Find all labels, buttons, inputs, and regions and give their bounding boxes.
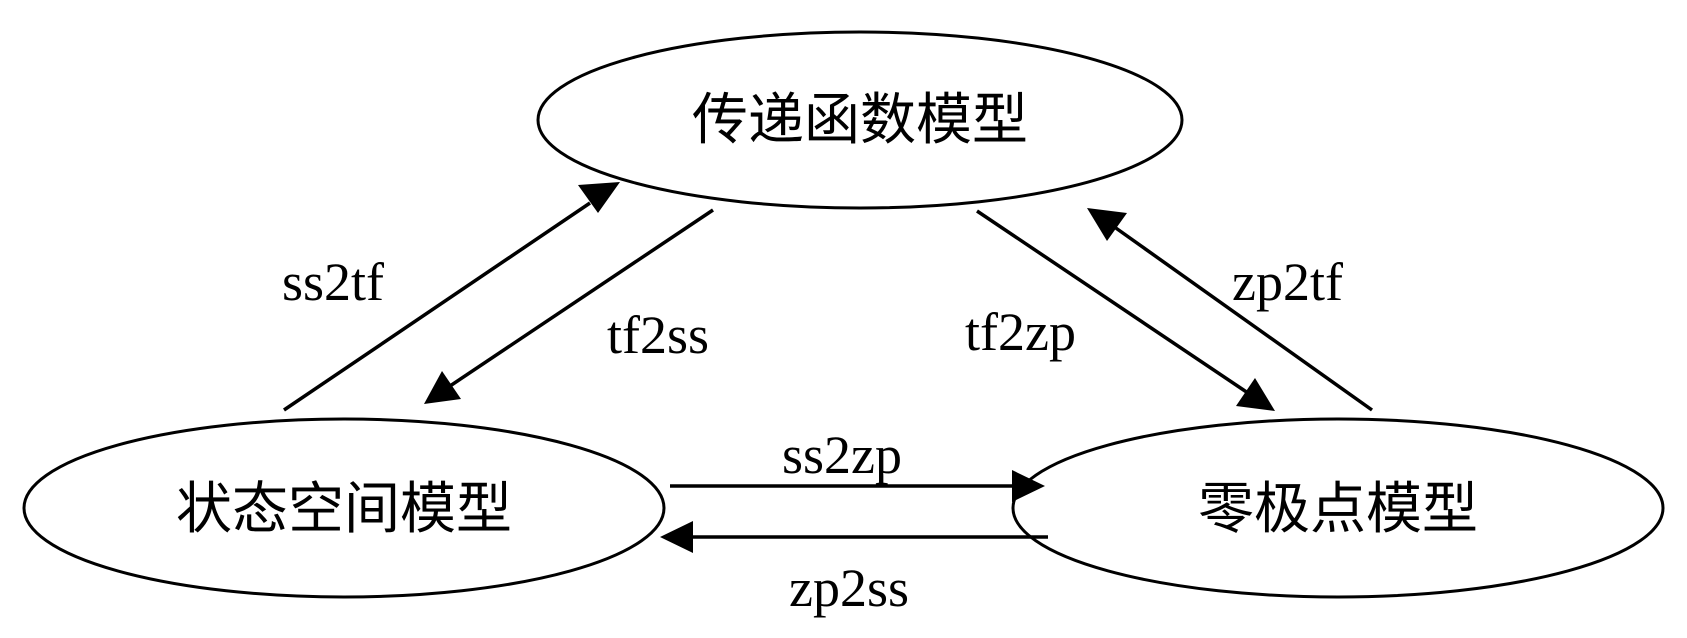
node-state-space-label: 状态空间模型 — [176, 477, 512, 542]
edge-tf2ss-label: tf2ss — [607, 305, 709, 365]
edge-zp2tf-label: zp2tf — [1232, 252, 1343, 312]
edge-zp2tf-arrowhead — [1087, 208, 1127, 241]
edge-tf2zp-arrowhead — [1236, 378, 1275, 411]
conversion-diagram: 传递函数模型 状态空间模型 零极点模型 ss2tf tf2ss tf2zp zp… — [22, 30, 1665, 618]
edge-ss2tf-label: ss2tf — [282, 252, 384, 312]
edge-tf2zp-label: tf2zp — [965, 302, 1076, 362]
edge-zp2ss — [660, 521, 1048, 553]
edge-zp2ss-label: zp2ss — [789, 558, 909, 618]
node-transfer-function: 传递函数模型 — [536, 30, 1184, 210]
node-zero-pole-label: 零极点模型 — [1198, 477, 1478, 542]
edge-ss2zp-label: ss2zp — [782, 425, 902, 485]
node-transfer-function-label: 传递函数模型 — [692, 88, 1028, 153]
node-zero-pole: 零极点模型 — [1011, 417, 1665, 599]
node-state-space: 状态空间模型 — [22, 417, 666, 599]
edge-zp2ss-arrowhead — [660, 521, 693, 553]
edge-tf2ss-arrowhead — [424, 371, 461, 404]
